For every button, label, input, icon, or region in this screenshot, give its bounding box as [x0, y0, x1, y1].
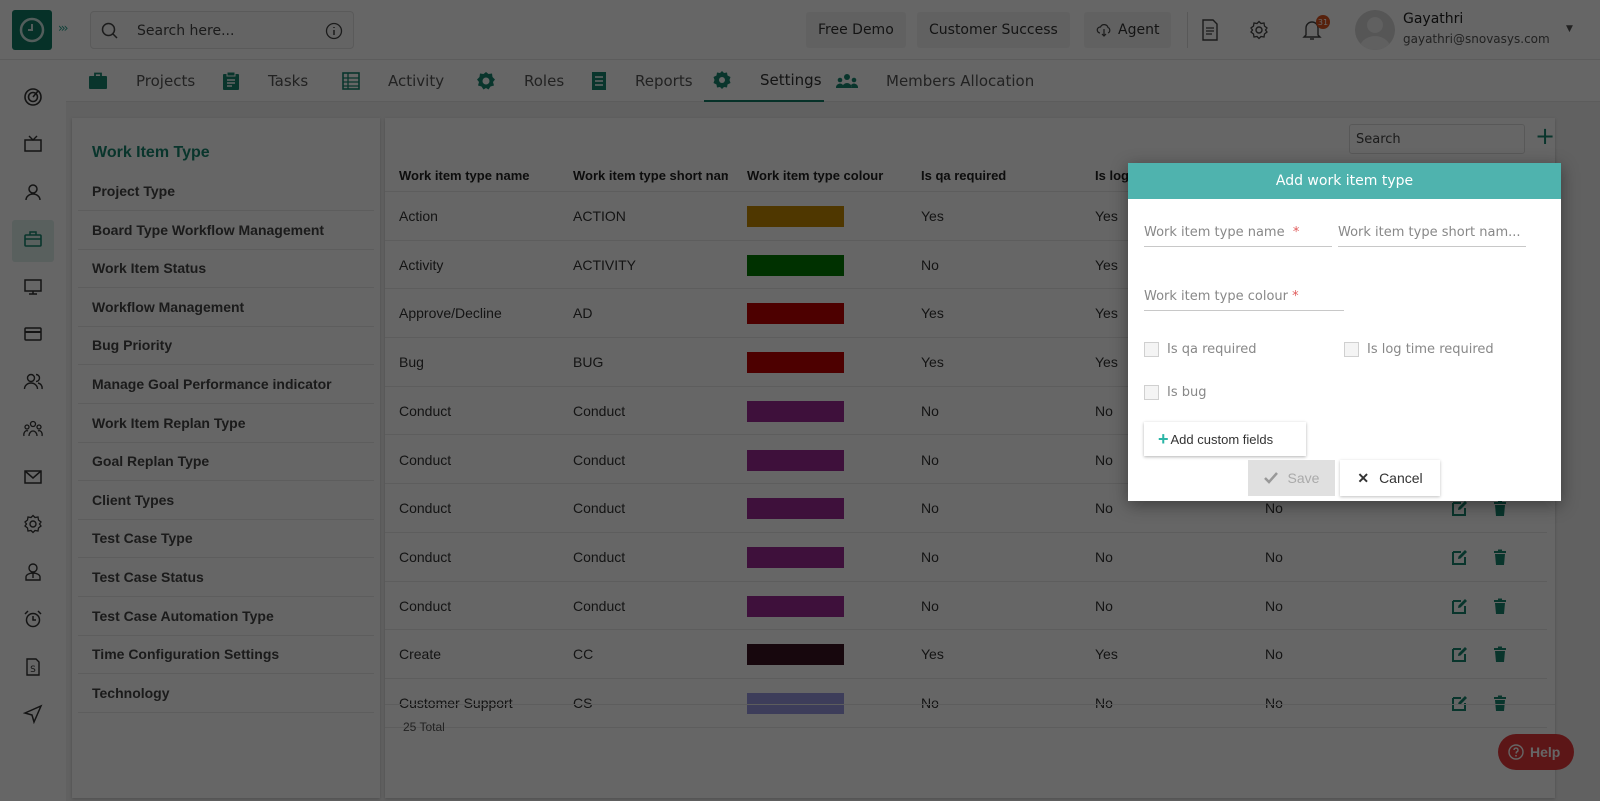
work-item-type-colour-input[interactable]: [1144, 287, 1344, 310]
is-log-time-required-label: Is log time required: [1367, 342, 1494, 357]
add-custom-fields-button[interactable]: + Add custom fields: [1144, 422, 1306, 456]
checkbox-box[interactable]: [1144, 342, 1159, 357]
is-log-time-required-checkbox[interactable]: Is log time required: [1344, 342, 1494, 357]
checkbox-box[interactable]: [1144, 385, 1159, 400]
add-custom-fields-label: Add custom fields: [1170, 431, 1274, 447]
checkbox-box[interactable]: [1344, 342, 1359, 357]
add-work-item-type-dialog: Add work item type Work item type name *…: [1128, 163, 1561, 501]
plus-icon: +: [1158, 428, 1169, 449]
work-item-type-name-field[interactable]: Work item type name *: [1144, 223, 1332, 247]
close-icon: ✕: [1357, 469, 1370, 486]
check-icon: [1263, 472, 1278, 484]
is-qa-required-checkbox[interactable]: Is qa required: [1144, 342, 1257, 357]
save-button[interactable]: Save: [1248, 460, 1335, 496]
work-item-type-short-name-field[interactable]: Work item type short nam...: [1338, 223, 1526, 247]
cancel-button[interactable]: ✕ Cancel: [1340, 460, 1440, 496]
dialog-title: Add work item type: [1128, 163, 1561, 199]
work-item-type-short-name-input[interactable]: [1338, 223, 1526, 246]
is-bug-checkbox[interactable]: Is bug: [1144, 385, 1206, 400]
work-item-type-name-input[interactable]: [1144, 223, 1332, 246]
work-item-type-colour-field[interactable]: Work item type colour *: [1144, 287, 1344, 311]
cancel-label: Cancel: [1379, 470, 1423, 486]
save-label: Save: [1287, 470, 1320, 486]
is-bug-label: Is bug: [1167, 385, 1207, 400]
is-qa-required-label: Is qa required: [1167, 342, 1257, 357]
